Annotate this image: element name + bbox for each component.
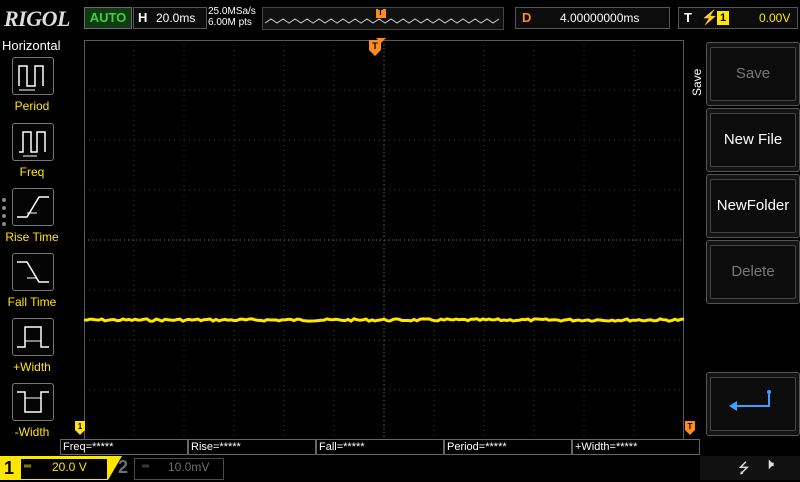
new-folder-button-label: NewFolder [710,179,796,233]
measurement-rise: Rise=***** [188,439,316,455]
trigger-label: T [684,10,692,25]
delete-button-label: Delete [710,245,796,299]
delete-button[interactable]: Delete [706,240,800,304]
memory-overview: T [262,7,504,30]
positive-width-label: +Width [13,360,51,374]
acquisition-info: 25.0MSa/s 6.00M pts [208,6,256,28]
dc-coupling-icon: ═ [24,461,32,472]
save-button[interactable]: Save [706,42,800,106]
measurement-fall: Fall=***** [316,439,444,455]
new-folder-button[interactable]: NewFolder [706,174,800,238]
period-label: Period [14,99,50,113]
delay-label: D [522,10,532,25]
return-arrow-icon [710,377,796,431]
measurement-freq: Freq=***** [60,439,188,455]
frequency-icon [12,123,54,161]
new-file-button[interactable]: New File [706,108,800,172]
fall-time-label: Fall Time [7,295,57,309]
rigol-logo: RIGOL [4,6,70,31]
measure-item-fall-time[interactable]: Fall Time [0,251,64,311]
sample-rate: 25.0MSa/s [208,6,256,17]
delay-display[interactable]: D 4.00000000ms [515,7,670,29]
freq-label: Freq [19,165,45,179]
measurement-positive-width: +Width=***** [572,439,700,455]
usb-icon: ⭍ [738,460,750,476]
memory-trigger-marker: T [378,8,383,17]
memory-waveform-preview [264,9,500,24]
save-button-label: Save [710,47,796,101]
memory-depth: 6.00M pts [208,17,252,28]
trigger-pointer-icon [376,38,386,43]
positive-width-icon [12,318,54,356]
dc-coupling-icon: ═ [142,461,150,472]
trigger-display[interactable]: T ⚡ 1 0.00V [678,7,798,29]
rising-edge-icon: ⚡ [701,9,719,25]
measure-item-rise-time[interactable]: Rise Time [0,186,64,246]
softkey-menu-title: Save [690,68,704,96]
period-icon [12,57,54,95]
measure-item-negative-width[interactable]: -Width [0,381,64,441]
trigger-source: 1 [717,11,729,25]
run-mode-badge[interactable]: AUTO [84,7,132,29]
measure-item-period[interactable]: Period [0,55,64,115]
timebase-label: H [138,10,148,25]
trigger-level-marker[interactable]: T [684,420,696,436]
measure-item-positive-width[interactable]: +Width [0,316,64,376]
fall-time-icon [12,253,54,291]
timebase-display[interactable]: H 20.0ms [133,7,207,29]
ch2-number[interactable]: 2 [118,457,128,478]
ch1-ground-marker[interactable]: 1 [74,420,86,436]
trigger-level-marker-text: T [688,422,693,431]
ch1-number: 1 [4,458,15,478]
back-button[interactable] [706,372,800,436]
ch2-scale: 10.0mV [168,460,210,474]
trigger-level: 0.00V [759,11,791,25]
waveform-grid[interactable] [84,40,684,440]
timebase-value: 20.0ms [156,11,196,25]
measurement-period: Period=***** [444,439,572,455]
ch1-scale: 20.0 V [52,460,87,474]
delay-value: 4.00000000ms [560,11,640,25]
new-file-button-label: New File [710,113,796,167]
ch1-ground-marker-text: 1 [78,422,83,431]
speaker-muted-icon[interactable]: 🕨 [764,456,774,474]
measure-panel-title: Horizontal [2,38,61,53]
negative-width-icon [12,383,54,421]
negative-width-label: -Width [14,425,50,439]
status-area [700,456,800,480]
rise-time-label: Rise Time [5,230,59,244]
rise-time-icon [12,188,54,226]
measure-item-freq[interactable]: Freq [0,121,64,181]
